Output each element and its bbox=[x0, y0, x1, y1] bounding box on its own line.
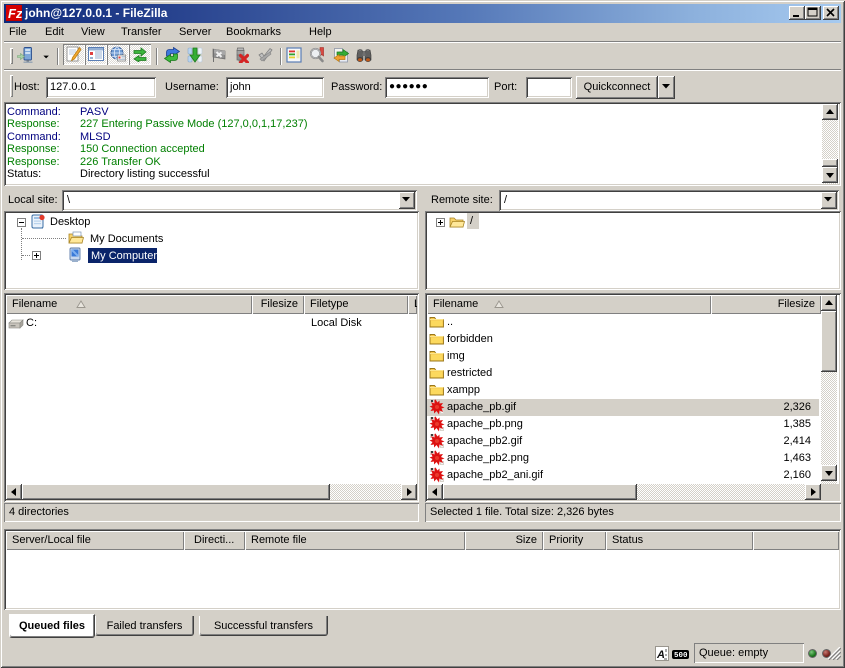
svg-text:500: 500 bbox=[674, 652, 688, 659]
svg-text:A: A bbox=[656, 649, 665, 661]
